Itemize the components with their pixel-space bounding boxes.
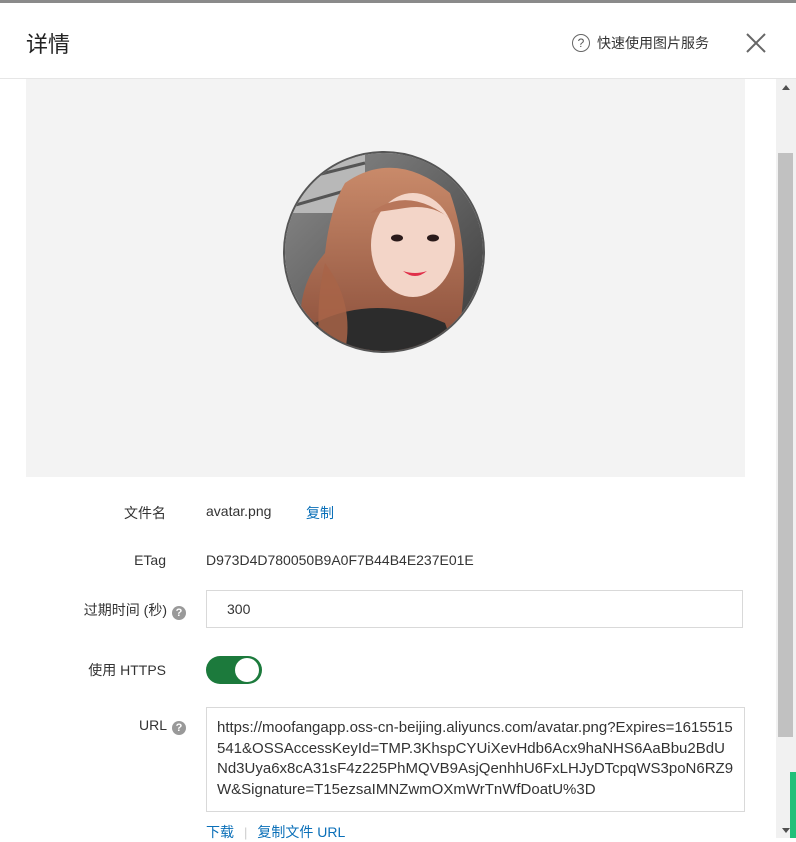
download-link[interactable]: 下载 bbox=[206, 822, 234, 842]
close-button[interactable] bbox=[744, 31, 768, 55]
url-textarea[interactable]: https://moofangapp.oss-cn-beijing.aliyun… bbox=[206, 707, 745, 812]
separator: | bbox=[244, 824, 248, 840]
https-toggle[interactable] bbox=[206, 656, 262, 684]
url-label-row: URL? bbox=[26, 717, 186, 735]
image-preview-area bbox=[26, 79, 745, 477]
copy-url-link[interactable]: 复制文件 URL bbox=[257, 822, 345, 842]
scroll-up-arrow-icon[interactable] bbox=[782, 85, 790, 90]
expire-seconds-input-wrapper bbox=[206, 590, 743, 628]
vertical-scrollbar[interactable] bbox=[776, 79, 796, 838]
question-circle-icon: ? bbox=[572, 34, 590, 52]
toggle-knob bbox=[235, 658, 259, 682]
url-actions: 下载 | 复制文件 URL bbox=[206, 822, 345, 842]
scrollbar-thumb[interactable] bbox=[778, 153, 793, 737]
expire-help-icon[interactable]: ? bbox=[172, 606, 186, 620]
scroll-down-arrow-icon[interactable] bbox=[782, 828, 790, 833]
expire-label: 过期时间 (秒) bbox=[83, 602, 167, 618]
help-link-label: 快速使用图片服务 bbox=[597, 35, 709, 51]
etag-label: ETag bbox=[134, 552, 166, 568]
copy-filename-link[interactable]: 复制 bbox=[306, 503, 334, 523]
drawer-header: 详情 ? 快速使用图片服务 bbox=[0, 3, 796, 79]
quick-use-image-service-link[interactable]: ? 快速使用图片服务 bbox=[572, 33, 709, 53]
page-title: 详情 bbox=[26, 32, 71, 57]
url-label: URL bbox=[138, 717, 167, 733]
expire-label-row: 过期时间 (秒)? bbox=[26, 600, 186, 620]
filename-label: 文件名 bbox=[124, 505, 166, 521]
side-accent-bar bbox=[790, 772, 796, 838]
https-label: 使用 HTTPS bbox=[88, 662, 166, 678]
url-help-icon[interactable]: ? bbox=[172, 721, 186, 735]
expire-seconds-input[interactable] bbox=[207, 591, 742, 627]
close-icon bbox=[746, 33, 766, 53]
filename-value: avatar.png bbox=[206, 503, 272, 519]
etag-value: D973D4D780050B9A0F7B44B4E237E01E bbox=[206, 552, 474, 568]
avatar-image bbox=[283, 151, 485, 353]
